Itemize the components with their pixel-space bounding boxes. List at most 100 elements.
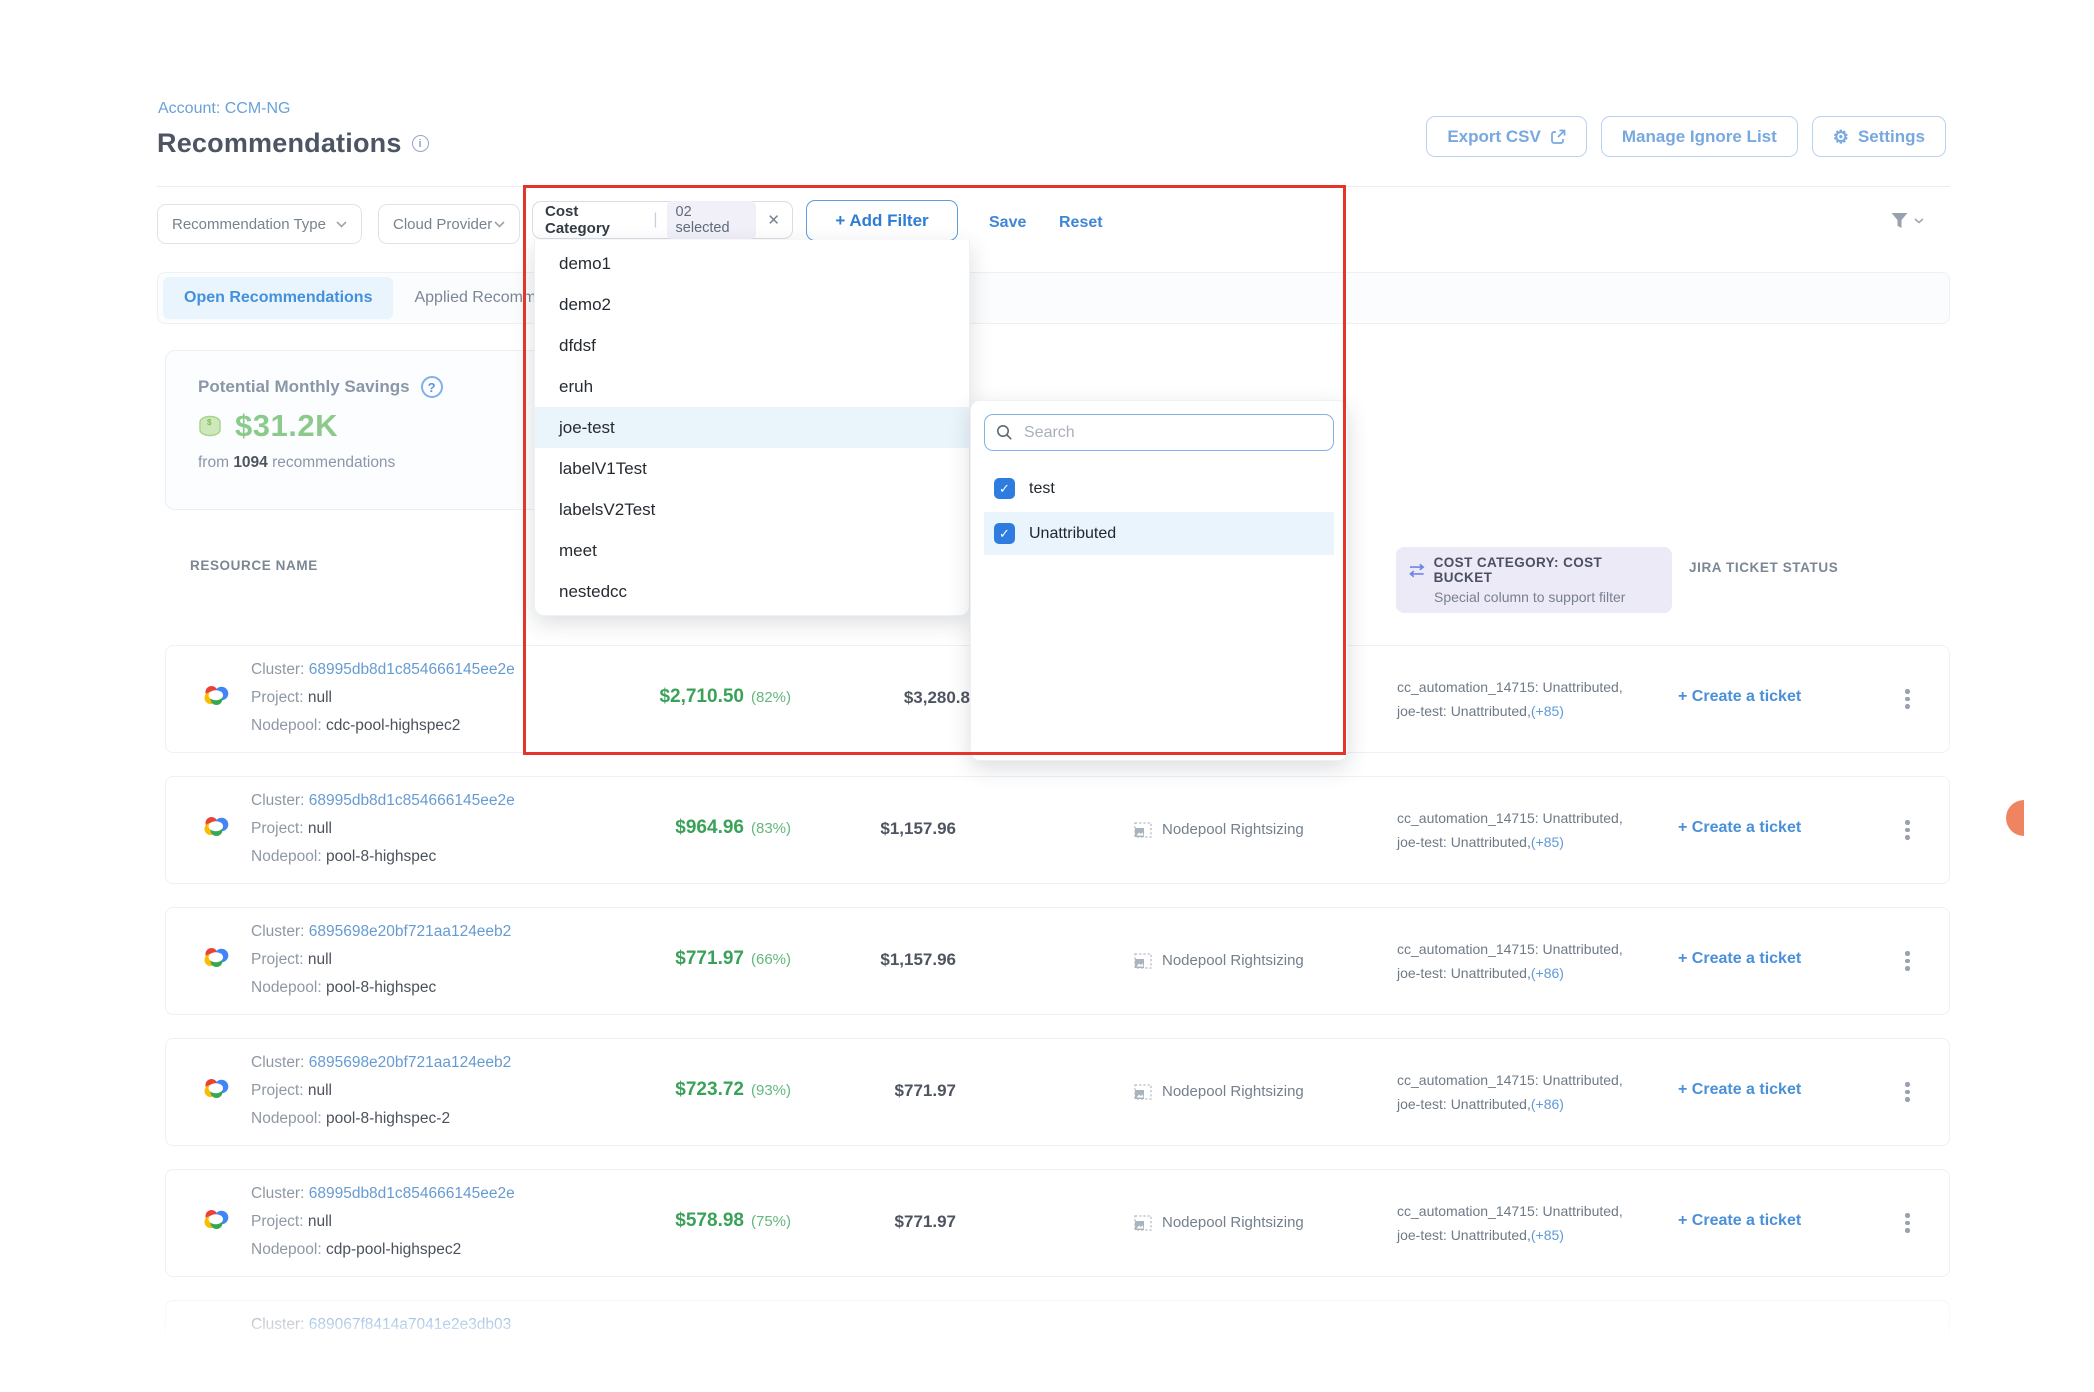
add-filter-button[interactable]: + Add Filter	[806, 200, 958, 241]
cost-category-more-link[interactable]: (+86)	[1531, 965, 1564, 981]
save-button[interactable]: Save	[989, 214, 1026, 232]
chip-label: Cost Category	[545, 203, 644, 237]
dropdown-item-demo1[interactable]: demo1	[535, 243, 969, 284]
reset-button[interactable]: Reset	[1059, 214, 1103, 232]
money-icon: $	[198, 414, 225, 438]
savings-from-text: from	[198, 454, 229, 471]
manage-ignore-list-label: Manage Ignore List	[1622, 127, 1777, 147]
cluster-link[interactable]: 68995db8d1c854666145ee2e	[309, 1185, 515, 1202]
project-value: null	[308, 689, 332, 706]
create-ticket-button[interactable]: + Create a ticket	[1678, 1212, 1801, 1230]
cost-category-line2: joe-test: Unattributed,	[1397, 1227, 1531, 1243]
monthly-cost-cell: $1,157.96	[806, 950, 956, 970]
row-menu-icon[interactable]	[1899, 946, 1916, 976]
cost-category-more-link[interactable]: (+85)	[1531, 834, 1564, 850]
recommendation-type-cell: Nodepool Rightsizing	[1134, 952, 1304, 969]
cluster-link[interactable]: 68995db8d1c854666145ee2e	[309, 792, 515, 809]
row-menu-icon[interactable]	[1899, 684, 1916, 714]
dropdown-item-nestedcc[interactable]: nestedcc	[535, 571, 969, 612]
cost-category-more-link[interactable]: (+86)	[1531, 1096, 1564, 1112]
filter-menu-button[interactable]	[1890, 212, 1924, 229]
gcp-cloud-icon	[203, 815, 230, 842]
savings-percent: (75%)	[751, 1213, 791, 1230]
bucket-search-input[interactable]	[1022, 423, 1302, 443]
cloud-provider-select[interactable]: Cloud Provider	[378, 204, 520, 244]
chevron-down-icon	[336, 221, 347, 228]
cost-bucket-dropdown: test Unattributed	[970, 400, 1348, 761]
dropdown-item-labelsV2Test[interactable]: labelsV2Test	[535, 489, 969, 530]
cluster-label: Cluster:	[251, 1054, 304, 1071]
export-csv-button[interactable]: Export CSV	[1426, 116, 1587, 157]
savings-value: $964.96	[675, 817, 744, 838]
gcp-cloud-icon	[203, 684, 230, 711]
recommendation-type-label: Nodepool Rightsizing	[1162, 1214, 1304, 1231]
monthly-cost-cell: $771.97	[806, 1212, 956, 1232]
recommendation-type-label: Recommendation Type	[172, 216, 326, 233]
cost-category-cell: cc_automation_14715: Unattributed,joe-te…	[1397, 675, 1623, 723]
dropdown-item-labelV1Test[interactable]: labelV1Test	[535, 448, 969, 489]
bucket-option-unattributed[interactable]: Unattributed	[984, 512, 1334, 555]
cluster-link[interactable]: 6895698e20bf721aa124eeb2	[309, 1054, 512, 1071]
create-ticket-button[interactable]: + Create a ticket	[1678, 688, 1801, 706]
cost-category-filter-chip[interactable]: Cost Category | 02 selected ✕	[532, 201, 793, 239]
close-icon[interactable]: ✕	[767, 211, 780, 229]
dropdown-item-joe-test[interactable]: joe-test	[535, 407, 969, 448]
svg-text:$: $	[207, 418, 212, 427]
rightsizing-icon	[1134, 1084, 1152, 1100]
tab-open-recommendations[interactable]: Open Recommendations	[163, 277, 393, 319]
project-value: null	[308, 1213, 332, 1230]
dropdown-item-demo2[interactable]: demo2	[535, 284, 969, 325]
chevron-down-icon	[1914, 218, 1924, 224]
dropdown-item-eruh[interactable]: eruh	[535, 366, 969, 407]
cluster-link[interactable]: 6895698e20bf721aa124eeb2	[309, 923, 512, 940]
row-menu-icon[interactable]	[1899, 815, 1916, 845]
cost-category-line1: cc_automation_14715: Unattributed,	[1397, 675, 1623, 699]
dropdown-item-dfdsf[interactable]: dfdsf	[535, 325, 969, 366]
settings-button[interactable]: ⚙ Settings	[1812, 116, 1946, 157]
bucket-option-test[interactable]: test	[984, 467, 1334, 510]
project-value: null	[308, 1082, 332, 1099]
manage-ignore-list-button[interactable]: Manage Ignore List	[1601, 116, 1798, 157]
external-link-icon	[1550, 129, 1566, 145]
cluster-link[interactable]: 689067f8414a7041e2e3db03	[309, 1316, 512, 1333]
recommendation-type-cell: Nodepool Rightsizing	[1134, 821, 1304, 838]
checkbox-checked-icon[interactable]	[994, 478, 1015, 499]
row-menu-icon[interactable]	[1899, 1077, 1916, 1107]
breadcrumb[interactable]: Account: CCM-NG	[158, 100, 290, 118]
cost-category-cell: cc_automation_14715: Unattributed,joe-te…	[1397, 1068, 1623, 1116]
cost-category-line1: cc_automation_14715: Unattributed,	[1397, 806, 1623, 830]
cost-category-more-link[interactable]: (+85)	[1531, 703, 1564, 719]
nodepool-label: Nodepool:	[251, 848, 322, 865]
checkbox-checked-icon[interactable]	[994, 523, 1015, 544]
savings-value: $771.97	[675, 948, 744, 969]
recommendation-type-cell: Nodepool Rightsizing	[1134, 1083, 1304, 1100]
help-icon[interactable]: ?	[421, 376, 443, 398]
recommendation-type-cell: Nodepool Rightsizing	[1134, 1214, 1304, 1231]
badge-subtitle: Special column to support filter	[1434, 589, 1660, 605]
cost-category-cell: cc_automation_14715: Unattributed,joe-te…	[1397, 806, 1623, 854]
recommendation-type-select[interactable]: Recommendation Type	[157, 204, 362, 244]
monthly-cost-cell: $1,157.96	[806, 819, 956, 839]
nodepool-label: Nodepool:	[251, 1241, 322, 1258]
monthly-savings-cell: $2,710.50(82%)	[586, 686, 791, 708]
row-menu-icon[interactable]	[1899, 1208, 1916, 1238]
recommendations-page: Account: CCM-NG Recommendations i Export…	[0, 0, 2094, 1392]
table-row: Cluster: 689067f8414a7041e2e3db03	[165, 1300, 1950, 1392]
info-icon[interactable]: i	[412, 135, 429, 152]
savings-percent: (66%)	[751, 951, 791, 968]
swap-arrows-icon	[1408, 563, 1426, 578]
cost-category-more-link[interactable]: (+85)	[1531, 1227, 1564, 1243]
dropdown-item-meet[interactable]: meet	[535, 530, 969, 571]
create-ticket-button[interactable]: + Create a ticket	[1678, 1081, 1801, 1099]
cost-category-cell: cc_automation_14715: Unattributed,joe-te…	[1397, 937, 1623, 985]
create-ticket-button[interactable]: + Create a ticket	[1678, 819, 1801, 837]
nodepool-value: pool-8-highspec-2	[326, 1110, 450, 1127]
cluster-link[interactable]: 68995db8d1c854666145ee2e	[309, 661, 515, 678]
floating-widget-dot[interactable]	[2006, 800, 2024, 836]
cost-category-line2: joe-test: Unattributed,	[1397, 965, 1531, 981]
create-ticket-button[interactable]: + Create a ticket	[1678, 950, 1801, 968]
bucket-option-label: Unattributed	[1029, 525, 1116, 543]
cluster-label: Cluster:	[251, 792, 304, 809]
gear-icon: ⚙	[1833, 128, 1849, 146]
header-divider	[157, 186, 1950, 187]
